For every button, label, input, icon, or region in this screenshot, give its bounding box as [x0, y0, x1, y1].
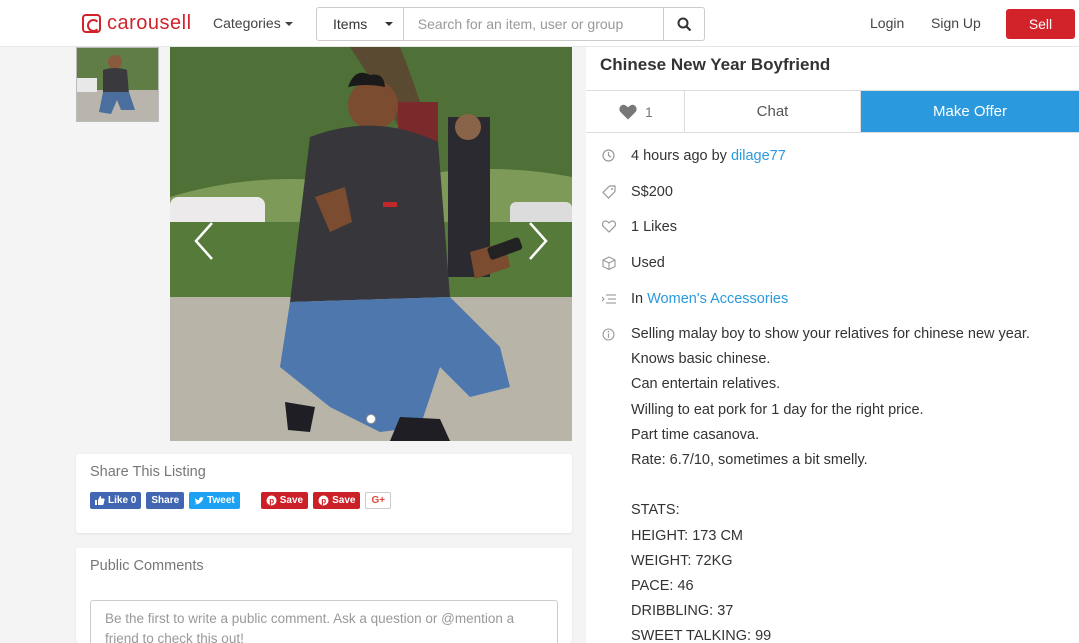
share-title: Share This Listing [90, 464, 206, 480]
comment-placeholder-line1: Be the first to write a public comment. … [105, 611, 515, 626]
pinterest-icon: p [318, 495, 329, 506]
search-button[interactable] [663, 8, 704, 40]
price-value: S$200 [631, 183, 673, 200]
comments-title: Public Comments [90, 558, 204, 574]
chevron-down-icon [284, 22, 293, 27]
share-buttons: Like 0 Share Tweet p Save p Save G+ [90, 492, 396, 509]
gallery-dot-indicator[interactable] [366, 414, 376, 424]
posted-info-row: 4 hours ago by dilage77 [600, 147, 786, 164]
pinterest-icon: p [266, 495, 277, 506]
category-prefix: In [631, 290, 648, 307]
listing-actions: 1 Chat Make Offer [586, 90, 1079, 133]
categories-label: Categories [213, 15, 281, 31]
tweet-button[interactable]: Tweet [189, 492, 240, 509]
pinterest-save-button[interactable]: p Save [260, 492, 309, 509]
description-line: Can entertain relatives. [631, 376, 781, 393]
clock-icon [600, 147, 617, 164]
make-offer-button[interactable]: Make Offer [861, 91, 1079, 132]
thumbs-up-icon [95, 496, 105, 505]
login-link[interactable]: Login [870, 15, 904, 31]
listing-photo-gallery[interactable] [170, 47, 572, 441]
carousell-logo-icon [82, 14, 101, 33]
category-list-icon [600, 290, 617, 307]
price-row: S$200 [600, 183, 673, 200]
description-line: SWEET TALKING: 99 [631, 628, 772, 643]
box-icon [600, 254, 617, 271]
info-icon [600, 326, 617, 343]
like-count: 1 [645, 103, 653, 120]
carousell-logo[interactable]: carousell [82, 12, 192, 35]
heart-icon [619, 104, 637, 119]
pinterest-save-button-2[interactable]: p Save [313, 492, 361, 509]
heart-outline-icon [600, 218, 617, 235]
description-line: PACE: 46 [631, 577, 694, 594]
previous-image-arrow-icon[interactable] [194, 221, 214, 261]
search-type-dropdown[interactable]: Items [317, 8, 404, 40]
facebook-share-button[interactable]: Share [146, 492, 185, 509]
search-type-label: Items [333, 16, 368, 32]
top-nav: carousell Categories Items Login Sign Up… [0, 0, 1079, 47]
listing-photo [170, 47, 572, 441]
likes-row: 1 Likes [600, 218, 677, 235]
description-row [600, 326, 631, 343]
twitter-bird-icon [194, 496, 205, 504]
description-line: DRIBBLING: 37 [631, 603, 734, 620]
comment-placeholder-line2: friend to check this out! [105, 631, 244, 643]
comment-input[interactable]: Be the first to write a public comment. … [90, 600, 558, 643]
description-line: STATS: [631, 502, 680, 519]
search-bar: Items [316, 7, 705, 41]
category-link[interactable]: Women's Accessories [647, 291, 788, 307]
google-plus-button[interactable]: G+ [365, 492, 392, 509]
description-line: Rate: 6.7/10, sometimes a bit smelly. [631, 451, 868, 468]
chevron-down-icon [385, 22, 394, 26]
condition-row: Used [600, 254, 665, 271]
thumbnail-photo [77, 48, 158, 121]
pinterest-save-label: Save [279, 495, 304, 506]
description-line: WEIGHT: 72KG [631, 552, 733, 569]
like-button[interactable]: 1 [586, 91, 685, 132]
description-line: Knows basic chinese. [631, 351, 771, 368]
svg-text:p: p [321, 497, 326, 506]
share-listing-card: Share This Listing Like 0 Share Tweet pS… [76, 454, 572, 533]
next-image-arrow-icon[interactable] [528, 221, 548, 261]
chat-button[interactable]: Chat [685, 91, 861, 132]
categories-menu[interactable]: Categories [213, 15, 293, 31]
listing-details-panel: Chinese New Year Boyfriend 1 Chat Make O… [586, 47, 1079, 643]
facebook-like-button[interactable]: Like 0 [90, 492, 142, 509]
svg-text:p: p [269, 497, 274, 506]
description-line: HEIGHT: 173 CM [631, 527, 743, 544]
condition-value: Used [631, 254, 665, 271]
posted-time: 4 hours ago by [631, 147, 731, 164]
description-line: Selling malay boy to show your relatives… [631, 326, 1030, 342]
search-input[interactable] [403, 8, 664, 40]
likes-text: 1 Likes [631, 218, 677, 235]
public-comments-card: Public Comments Be the first to write a … [76, 548, 572, 643]
facebook-like-label: Like 0 [108, 495, 137, 506]
signup-link[interactable]: Sign Up [931, 15, 981, 31]
description-line: Willing to eat pork for 1 day for the ri… [631, 401, 924, 418]
pinterest-save-label-2: Save [332, 495, 356, 506]
tweet-label: Tweet [207, 495, 235, 506]
description-line [631, 473, 1030, 498]
price-tag-icon [600, 183, 617, 200]
listing-thumbnail[interactable] [76, 47, 159, 122]
listing-description: Selling malay boy to show your relatives… [631, 322, 1030, 643]
search-icon [677, 17, 691, 31]
sell-button[interactable]: Sell [1006, 9, 1075, 39]
seller-username-link[interactable]: dilage77 [731, 148, 786, 164]
listing-title: Chinese New Year Boyfriend [600, 55, 831, 74]
category-row: In Women's Accessories [600, 290, 788, 307]
logo-text: carousell [107, 12, 192, 34]
description-line: Part time casanova. [631, 426, 760, 443]
